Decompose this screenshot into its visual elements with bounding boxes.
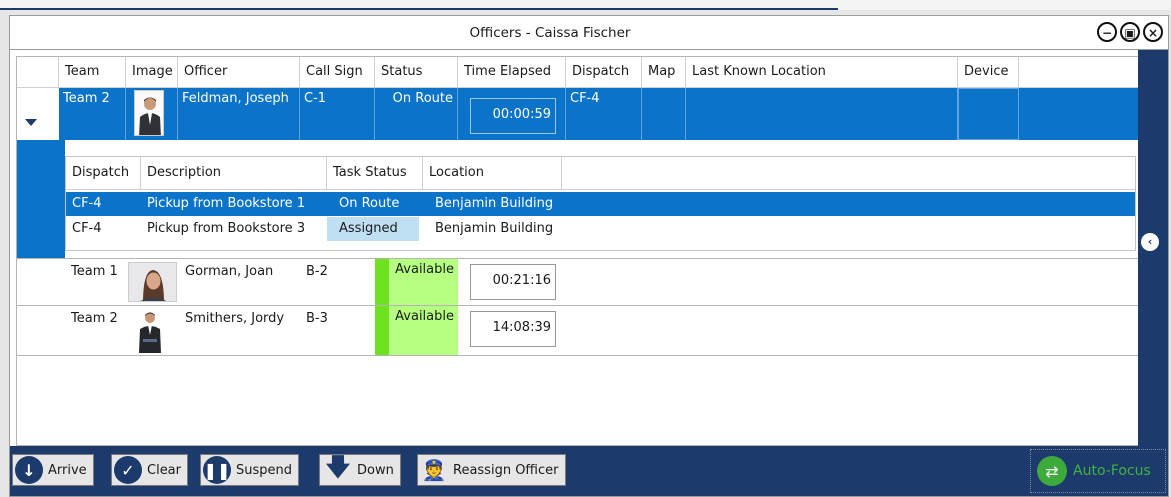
status-strip <box>375 306 389 355</box>
table-row[interactable]: Team 1 Gorman, Joan B-2 Available 00:21:… <box>17 259 1139 305</box>
officer-icon: 👮 <box>421 458 447 482</box>
cell-call-sign: C-1 <box>300 88 375 140</box>
subcol-dispatch[interactable]: Dispatch <box>66 157 141 189</box>
status-label: Available <box>395 309 454 324</box>
col-device[interactable]: Device <box>958 57 1019 87</box>
cell-call-sign: B-2 <box>306 264 328 279</box>
arrow-down-icon: ↓ <box>15 456 43 484</box>
cell-time-elapsed: 00:00:59 <box>458 88 566 140</box>
cell-last-known-location <box>686 88 958 140</box>
sub-task-status: On Route <box>339 196 400 211</box>
down-label: Down <box>357 462 394 478</box>
col-last-known-location[interactable]: Last Known Location <box>686 57 958 87</box>
subcol-task-status[interactable]: Task Status <box>327 157 423 189</box>
reassign-officer-button[interactable]: 👮 Reassign Officer <box>417 454 566 486</box>
window-title: Officers - Caissa Fischer <box>469 25 631 41</box>
chevron-left-icon[interactable]: ‹ <box>1141 233 1159 251</box>
close-icon[interactable]: × <box>1143 22 1163 42</box>
status-badge: Available <box>375 306 458 355</box>
restore-icon[interactable]: ▣ <box>1120 22 1140 42</box>
reassign-label: Reassign Officer <box>453 462 559 478</box>
cell-team: Team 1 <box>71 264 118 279</box>
table-row[interactable]: Team 2 Feldman, Joseph C-1 On Route 00:0… <box>17 88 1139 140</box>
col-dispatch[interactable]: Dispatch <box>566 57 642 87</box>
clear-label: Clear <box>147 462 181 478</box>
auto-focus-toggle[interactable]: ⇄ Auto-Focus <box>1030 449 1166 493</box>
cell-officer: Gorman, Joan <box>185 264 274 279</box>
down-button[interactable]: 🡇 Down <box>319 452 401 486</box>
status-badge: Available <box>375 259 458 305</box>
top-accent-line <box>0 8 838 10</box>
sub-description: Pickup from Bookstore 1 <box>147 196 306 211</box>
row-divider <box>17 355 1139 356</box>
auto-focus-label: Auto-Focus <box>1073 463 1151 479</box>
minimize-icon[interactable]: − <box>1097 22 1117 42</box>
sub-description: Pickup from Bookstore 3 <box>147 221 306 236</box>
subcol-description[interactable]: Description <box>141 157 327 189</box>
col-call-sign[interactable]: Call Sign <box>300 57 375 87</box>
chevron-down-icon <box>25 119 37 126</box>
status-label: Available <box>395 262 454 277</box>
col-team[interactable]: Team <box>59 57 126 87</box>
cell-call-sign: B-3 <box>306 311 328 326</box>
col-image[interactable]: Image <box>126 57 178 87</box>
cell-officer: Smithers, Jordy <box>185 311 285 326</box>
avatar <box>128 262 177 302</box>
subheader-divider <box>66 189 1135 190</box>
col-map[interactable]: Map <box>642 57 686 87</box>
time-elapsed-value: 00:00:59 <box>470 98 556 134</box>
cell-team: Team 2 <box>71 311 118 326</box>
cell-team: Team 2 <box>59 88 126 140</box>
status-strip <box>375 259 389 305</box>
list-item[interactable]: CF-4 Pickup from Bookstore 3 Assigned Be… <box>66 217 1135 241</box>
row-expander[interactable] <box>17 88 59 140</box>
subcol-location[interactable]: Location <box>423 157 562 189</box>
cell-status: On Route <box>375 88 458 140</box>
table-row[interactable]: Team 2 Smithers, Jordy B-3 Available 14:… <box>17 306 1139 355</box>
swap-icon: ⇄ <box>1037 456 1067 486</box>
arrive-label: Arrive <box>48 462 87 478</box>
cell-officer: Feldman, Joseph <box>178 88 300 140</box>
cell-map <box>642 88 686 140</box>
clear-button[interactable]: ✓ Clear <box>111 454 188 486</box>
col-officer[interactable]: Officer <box>178 57 300 87</box>
sub-task-status: Assigned <box>327 217 419 241</box>
sub-dispatch: CF-4 <box>72 196 102 211</box>
check-icon: ✓ <box>114 456 142 484</box>
dispatch-subgrid: Dispatch Description Task Status Locatio… <box>65 156 1136 251</box>
col-status[interactable]: Status <box>375 57 458 87</box>
action-toolbar: ↓ Arrive ✓ Clear ❚❚ Suspend 🡇 Down 👮 Rea… <box>10 446 1168 496</box>
avatar <box>133 309 167 353</box>
suspend-label: Suspend <box>236 462 293 478</box>
list-item[interactable]: CF-4 Pickup from Bookstore 1 On Route Be… <box>66 192 1135 216</box>
sub-location: Benjamin Building <box>435 221 554 236</box>
sub-location: Benjamin Building <box>435 196 554 211</box>
down-arrow-icon: 🡇 <box>325 452 351 481</box>
cell-device <box>958 88 1019 140</box>
suspend-button[interactable]: ❚❚ Suspend <box>200 454 300 486</box>
time-elapsed-value: 00:21:16 <box>470 264 556 300</box>
expander-header <box>17 57 59 87</box>
officers-window: Officers - Caissa Fischer − ▣ × Team Ima… <box>9 15 1169 497</box>
title-bar: Officers - Caissa Fischer − ▣ × <box>10 16 1168 50</box>
time-elapsed-value: 14:08:39 <box>470 311 556 347</box>
officers-grid: Team Image Officer Call Sign Status Time… <box>16 56 1140 446</box>
avatar <box>134 90 164 136</box>
sub-dispatch: CF-4 <box>72 221 102 236</box>
pause-icon: ❚❚ <box>203 456 231 484</box>
detail-indent <box>17 140 65 258</box>
cell-dispatch: CF-4 <box>566 88 642 140</box>
arrive-button[interactable]: ↓ Arrive <box>12 454 94 486</box>
cell-image <box>126 88 178 140</box>
col-time-elapsed[interactable]: Time Elapsed <box>458 57 566 87</box>
